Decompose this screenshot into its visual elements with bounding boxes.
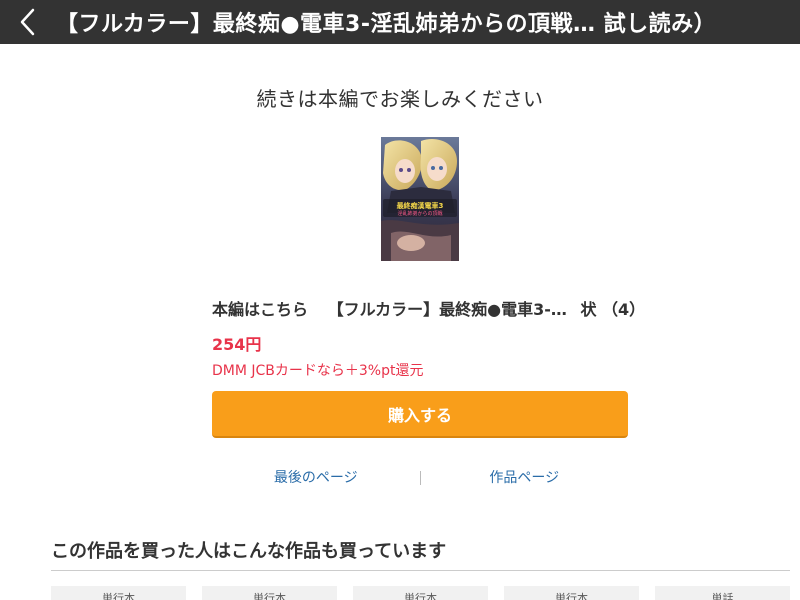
cover-logo: 最終痴漢電車3 [397, 201, 444, 210]
top-bar: 【フルカラー】最終痴●電車3-淫乱姉弟からの頂戦… 試し読み） [0, 0, 800, 44]
buy-button[interactable]: 購入する [212, 391, 628, 438]
recommendation-card[interactable]: 単行本 [504, 586, 639, 600]
product-volume: 状 （4） [580, 300, 646, 319]
last-page-link[interactable]: 最後のページ [212, 466, 420, 490]
recommendation-card[interactable]: 単話 [655, 586, 790, 600]
chevron-left-icon [20, 8, 35, 36]
campaign-text: DMM JCBカードなら＋3%pt還元 [212, 363, 424, 379]
cover-subtitle: 淫乱姉弟からの頂戦 [397, 210, 442, 217]
book-cover[interactable]: 最終痴漢電車3 淫乱姉弟からの頂戦 [381, 137, 459, 261]
product-line[interactable]: 本編はこちら 【フルカラー】最終痴●電車3-… 状 （4） [212, 296, 652, 320]
work-page-link[interactable]: 作品ページ [421, 466, 629, 490]
page-title: 【フルカラー】最終痴●電車3-淫乱姉弟からの頂戦… 試し読み） [56, 12, 717, 37]
divider [51, 570, 790, 571]
continue-message: 続きは本編でお楽しみください [256, 87, 544, 111]
back-button[interactable] [0, 0, 56, 44]
nav-links: 最後のページ 作品ページ [212, 466, 628, 490]
recommendation-card[interactable]: 単行本 [51, 586, 186, 600]
cover-image: 最終痴漢電車3 淫乱姉弟からの頂戦 [381, 137, 459, 261]
recommendation-card[interactable]: 単行本 [202, 586, 337, 600]
product-name: 【フルカラー】最終痴●電車3-… [327, 300, 567, 319]
recommendation-list: 単行本 単行本 単行本 単行本 単話 [51, 586, 800, 600]
product-prefix: 本編はこちら [212, 300, 309, 319]
recommendation-card[interactable]: 単行本 [353, 586, 488, 600]
price: 254円 [212, 335, 262, 354]
recommendations-heading: この作品を買った人はこんな作品も買っています [51, 541, 447, 562]
